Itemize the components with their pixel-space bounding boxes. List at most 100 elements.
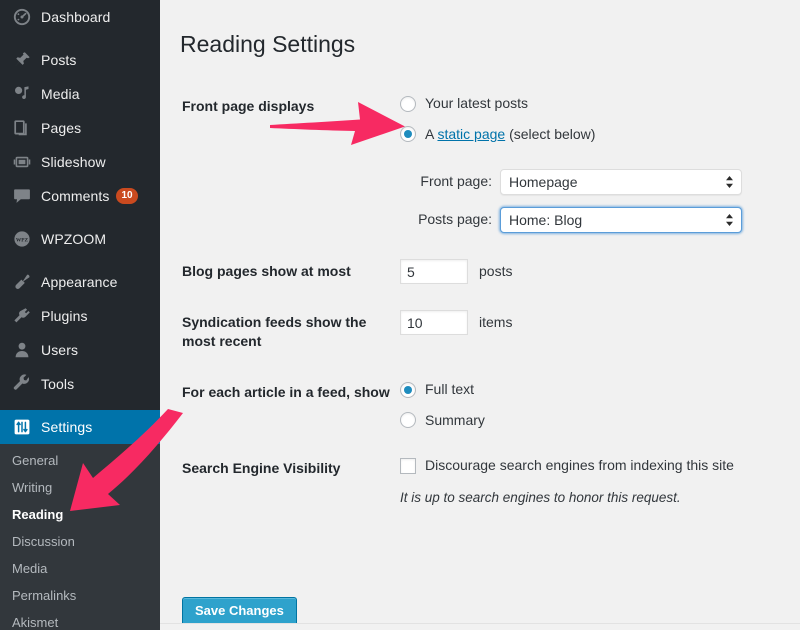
radio-option-latest-posts[interactable]: Your latest posts [400, 94, 770, 114]
radio-summary-label: Summary [425, 411, 485, 428]
radio-latest-posts[interactable] [400, 95, 416, 112]
plug-icon [12, 306, 32, 326]
syndication-input[interactable] [400, 310, 468, 336]
dashboard-icon [12, 7, 32, 27]
radio-static-page-label: A static page (select below) [425, 125, 595, 145]
submenu-item-akismet[interactable]: Akismet [0, 610, 160, 630]
sidebar-item-label: Settings [41, 419, 93, 435]
row-feed-article-show: For each article in a feed, show Full te… [180, 367, 780, 443]
static-prefix-text: A [425, 125, 438, 142]
wordpress-admin-screen: Dashboard Posts Media Pages Slideshow Comment… [0, 0, 800, 630]
radio-full-text[interactable] [400, 381, 416, 398]
reading-settings-form: Front page displays Your latest posts A … [180, 81, 780, 521]
field-feed-article-show: Full text Summary [400, 367, 780, 443]
sidebar-item-posts[interactable]: Posts [0, 43, 160, 77]
posts-page-select-value: Home: Blog [509, 212, 583, 229]
front-page-select[interactable]: Homepage [500, 169, 742, 196]
slideshow-icon [12, 152, 32, 172]
label-front-page-displays: Front page displays [182, 98, 315, 114]
field-blog-pages-show: posts [400, 246, 780, 297]
comment-icon [12, 186, 32, 206]
sidebar-item-tools[interactable]: Tools [0, 367, 160, 401]
sidebar-item-label: Tools [41, 376, 75, 392]
submenu-item-media[interactable]: Media [0, 556, 160, 583]
row-blog-pages-show: Blog pages show at most posts [180, 246, 780, 297]
wrench-icon [12, 374, 32, 394]
sidebar-item-label: Pages [41, 120, 82, 136]
media-icon [12, 84, 32, 104]
submenu-item-discussion[interactable]: Discussion [0, 529, 160, 556]
blog-pages-input[interactable] [400, 259, 468, 285]
submenu-item-writing[interactable]: Writing [0, 475, 160, 502]
sidebar-item-settings[interactable]: Settings [0, 410, 160, 444]
radio-static-page[interactable] [400, 126, 416, 143]
posts-page-select-label: Posts page: [418, 211, 492, 228]
label-feed-article-show: For each article in a feed, show [182, 383, 390, 400]
sidebar-item-label: Plugins [41, 308, 88, 324]
comments-count-badge: 10 [116, 188, 138, 204]
field-search-engine-visibility: Discourage search engines from indexing … [400, 443, 780, 520]
submenu-item-general[interactable]: General [0, 448, 160, 475]
sidebar-item-label: Media [41, 86, 80, 102]
wpzoom-icon: WPZ [12, 229, 32, 249]
static-suffix-text: (select below) [505, 125, 596, 142]
settings-submenu: General Writing Reading Discussion Media Perm… [0, 444, 160, 630]
field-front-page-displays: Your latest posts A static page (select … [400, 81, 780, 246]
save-changes-button[interactable]: Save Changes [182, 597, 297, 626]
checkbox-option-discourage[interactable]: Discourage search engines from indexing … [400, 456, 770, 476]
syndication-suffix: items [479, 313, 513, 330]
label-blog-pages-show: Blog pages show at most [182, 263, 351, 280]
chevron-updown-icon [725, 213, 734, 227]
sidebar-item-pages[interactable]: Pages [0, 111, 160, 145]
menu-separator [0, 401, 160, 410]
settings-icon [12, 417, 32, 437]
front-page-select-value: Homepage [509, 174, 578, 191]
radio-full-text-label: Full text [425, 380, 475, 397]
discourage-search-engines-label: Discourage search engines from indexing … [425, 457, 734, 474]
sidebar-item-media[interactable]: Media [0, 77, 160, 111]
submit-area: Save Changes [182, 597, 297, 626]
svg-text:WPZ: WPZ [16, 237, 29, 243]
pin-icon [12, 50, 32, 70]
sidebar-item-label: Posts [41, 52, 77, 68]
admin-content-area: Reading Settings Front page displays You… [160, 0, 800, 623]
radio-option-static-page[interactable]: A static page (select below) [400, 125, 770, 145]
admin-sidebar: Dashboard Posts Media Pages Slideshow Comment… [0, 0, 160, 630]
sidebar-item-plugins[interactable]: Plugins [0, 299, 160, 333]
sidebar-item-label: Slideshow [41, 154, 106, 170]
front-page-select-label: Front page: [420, 173, 492, 190]
posts-page-select[interactable]: Home: Blog [500, 207, 742, 234]
discourage-search-engines-checkbox[interactable] [400, 457, 416, 474]
menu-separator [0, 213, 160, 222]
radio-summary[interactable] [400, 412, 416, 429]
page-title: Reading Settings [180, 31, 356, 57]
row-search-engine-visibility: Search Engine Visibility Discourage sear… [180, 443, 780, 520]
sidebar-item-wpzoom[interactable]: WPZ WPZOOM [0, 222, 160, 256]
brush-icon [12, 272, 32, 292]
sidebar-item-label: Appearance [41, 274, 118, 290]
sidebar-item-appearance[interactable]: Appearance [0, 265, 160, 299]
sidebar-item-users[interactable]: Users [0, 333, 160, 367]
row-front-page-displays: Front page displays Your latest posts A … [180, 81, 780, 246]
user-icon [12, 340, 32, 360]
submenu-item-reading[interactable]: Reading [0, 502, 160, 529]
static-page-link[interactable]: static page [437, 126, 505, 142]
blog-pages-suffix: posts [479, 262, 513, 279]
menu-separator [0, 34, 160, 43]
label-syndication-feeds: Syndication feeds show the most recent [182, 314, 367, 350]
radio-option-full-text[interactable]: Full text [400, 380, 770, 400]
pages-icon [12, 118, 32, 138]
label-search-engine-visibility: Search Engine Visibility [182, 460, 341, 477]
search-visibility-helper-text: It is up to search engines to honor this… [400, 489, 681, 505]
menu-separator [0, 256, 160, 265]
admin-menu-list: Dashboard Posts Media Pages Slideshow Comment… [0, 0, 160, 630]
sidebar-item-comments[interactable]: Comments 10 [0, 179, 160, 213]
sidebar-item-label: Comments [41, 188, 110, 204]
sidebar-item-slideshow[interactable]: Slideshow [0, 145, 160, 179]
sidebar-item-dashboard[interactable]: Dashboard [0, 0, 160, 34]
sidebar-item-label: Dashboard [41, 9, 111, 25]
submenu-item-permalinks[interactable]: Permalinks [0, 583, 160, 610]
radio-option-summary[interactable]: Summary [400, 411, 770, 431]
front-page-select-row: Front page: Homepage [400, 169, 770, 196]
sidebar-item-label: WPZOOM [41, 231, 107, 247]
